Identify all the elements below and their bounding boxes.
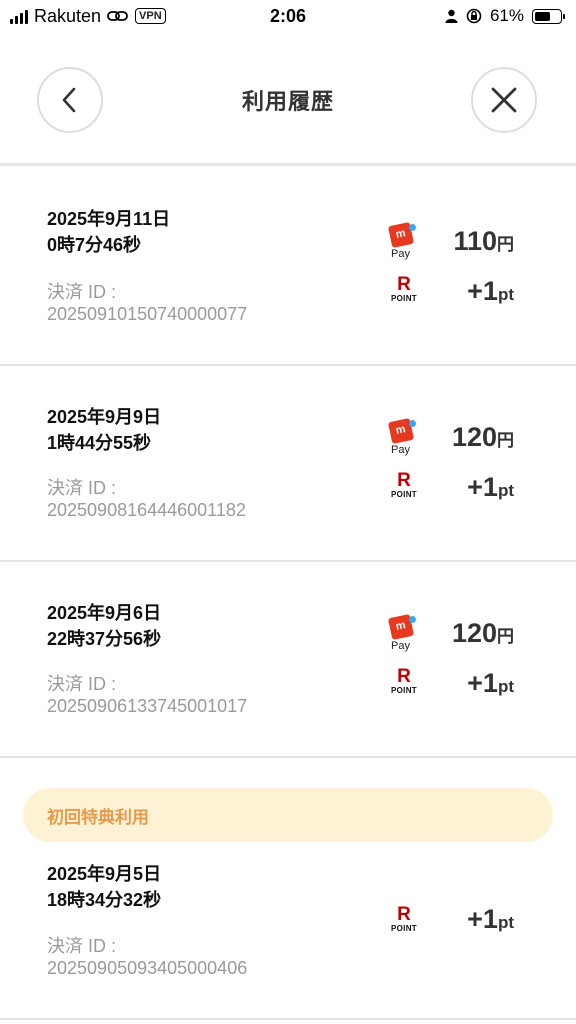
- transaction-date: 2025年9月5日 18時34分32秒: [47, 861, 161, 913]
- battery-percent: 61%: [489, 6, 524, 25]
- merpay-icon: m Pay: [386, 613, 416, 656]
- transaction-date: 2025年9月9日 1時44分55秒: [47, 404, 161, 456]
- points-earned: +1pt: [467, 904, 514, 934]
- time-text: 22時37分56秒: [47, 629, 162, 649]
- payment-id-value: 20250908164446001182: [47, 500, 246, 520]
- amount: 120円: [451, 422, 514, 452]
- orientation-lock-icon: [466, 8, 482, 24]
- date-text: 2025年9月5日: [47, 864, 162, 884]
- battery-icon: [532, 8, 565, 24]
- rakuten-point-icon: R POINT: [391, 470, 417, 499]
- payment-id-label: 決済 ID :: [47, 936, 117, 956]
- payment-id-value: 20250910150740000077: [47, 304, 248, 324]
- page-header: 利用履歴: [0, 36, 576, 166]
- transaction-date: 2025年9月11日 0時7分46秒: [47, 206, 170, 258]
- payment-id-value: 20250905093405000406: [47, 958, 248, 978]
- close-button[interactable]: [471, 67, 537, 133]
- rakuten-point-icon: R POINT: [391, 666, 417, 695]
- merpay-icon: m Pay: [386, 417, 416, 460]
- time-text: 1時44分55秒: [47, 433, 152, 453]
- rakuten-point-icon: R POINT: [391, 274, 417, 303]
- transaction-row[interactable]: 2025年9月9日 1時44分55秒 決済 ID : 2025090816444…: [0, 366, 576, 562]
- payment-id-label: 決済 ID :: [47, 478, 117, 498]
- payment-id-label: 決済 ID :: [47, 674, 117, 694]
- payment-id-label: 決済 ID :: [47, 282, 117, 302]
- points-earned: +1pt: [467, 472, 514, 502]
- amount: 120円: [451, 618, 514, 648]
- points-earned: +1pt: [467, 668, 514, 698]
- date-text: 2025年9月9日: [47, 407, 162, 427]
- amount: 110円: [453, 226, 514, 256]
- status-bar: Rakuten VPN 2:06 61%: [0, 0, 576, 36]
- first-use-promo-badge: 初回特典利用: [23, 788, 553, 842]
- person-icon: [445, 9, 458, 23]
- date-text: 2025年9月11日: [47, 209, 171, 229]
- merpay-icon: m Pay: [386, 221, 416, 264]
- transaction-row[interactable]: 2025年9月11日 0時7分46秒 決済 ID : 2025091015074…: [0, 166, 576, 366]
- time-text: 0時7分46秒: [47, 235, 142, 255]
- status-right: 61%: [445, 6, 565, 26]
- close-icon: [491, 87, 517, 113]
- date-text: 2025年9月6日: [47, 603, 162, 623]
- points-earned: +1pt: [467, 276, 514, 306]
- time-text: 18時34分32秒: [47, 890, 162, 910]
- transaction-date: 2025年9月6日 22時37分56秒: [47, 600, 161, 652]
- payment-id-value: 20250906133745001017: [47, 696, 248, 716]
- transaction-row[interactable]: 2025年9月6日 22時37分56秒 決済 ID : 202509061337…: [0, 562, 576, 758]
- transaction-row[interactable]: 初回特典利用 2025年9月5日 18時34分32秒 決済 ID : 20250…: [0, 758, 576, 1020]
- rakuten-point-icon: R POINT: [391, 904, 417, 933]
